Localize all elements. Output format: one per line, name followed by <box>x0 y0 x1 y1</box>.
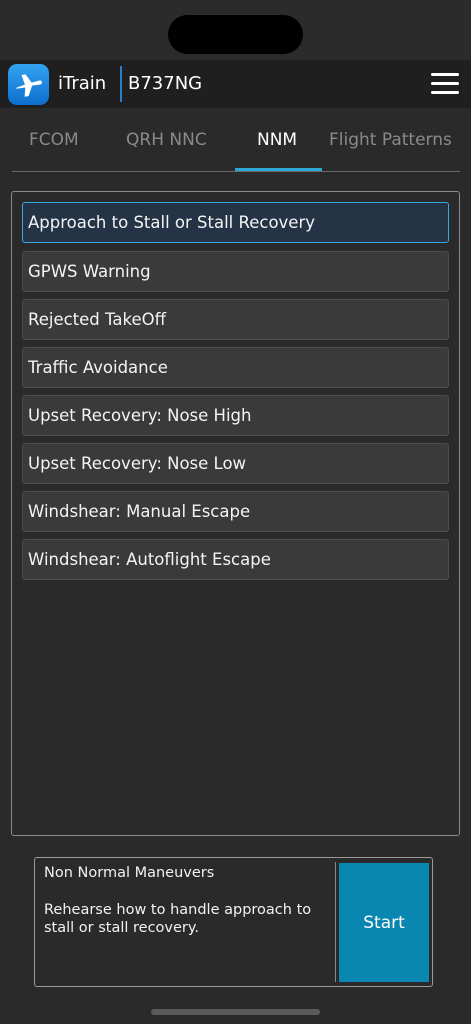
card-divider <box>335 862 336 982</box>
active-tab-indicator <box>235 168 322 171</box>
maneuver-list: Approach to Stall or Stall Recovery GPWS… <box>11 191 460 836</box>
list-item[interactable]: Upset Recovery: Nose High <box>22 395 449 436</box>
list-item[interactable]: Traffic Avoidance <box>22 347 449 388</box>
tab-nnm[interactable]: NNM <box>257 130 297 150</box>
header-divider <box>120 66 122 102</box>
list-item[interactable]: Approach to Stall or Stall Recovery <box>22 202 449 243</box>
dynamic-island <box>168 15 303 54</box>
airplane-icon <box>8 64 49 105</box>
app-name: iTrain <box>58 73 107 94</box>
list-item[interactable]: GPWS Warning <box>22 251 449 292</box>
status-bar <box>0 0 471 60</box>
list-item[interactable]: Windshear: Manual Escape <box>22 491 449 532</box>
list-item[interactable]: Rejected TakeOff <box>22 299 449 340</box>
maneuver-info-card: Non Normal Maneuvers Rehearse how to han… <box>34 857 433 987</box>
app-header: iTrain B737NG <box>0 60 471 108</box>
list-item[interactable]: Upset Recovery: Nose Low <box>22 443 449 484</box>
home-indicator[interactable] <box>151 1009 320 1015</box>
aircraft-type: B737NG <box>128 73 203 94</box>
tab-flight-patterns[interactable]: Flight Patterns <box>329 130 452 150</box>
tab-fcom[interactable]: FCOM <box>29 130 79 150</box>
tab-bar: FCOM QRH NNC NNM Flight Patterns <box>0 116 471 172</box>
start-button[interactable]: Start <box>339 863 429 982</box>
tab-baseline <box>12 171 460 172</box>
hamburger-menu-icon[interactable] <box>431 73 459 95</box>
card-description: Rehearse how to handle approach to stall… <box>44 902 312 936</box>
list-item[interactable]: Windshear: Autoflight Escape <box>22 539 449 580</box>
tab-qrh-nnc[interactable]: QRH NNC <box>126 130 207 150</box>
card-title: Non Normal Maneuvers <box>44 865 215 881</box>
